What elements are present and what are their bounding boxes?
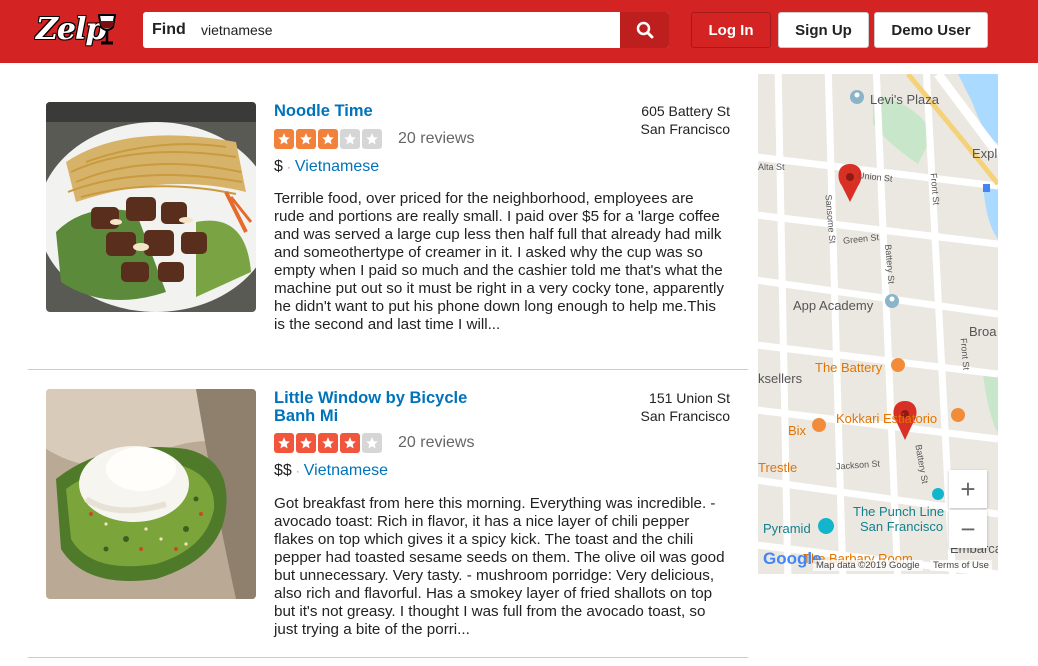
category-link[interactable]: Vietnamese [304,462,388,479]
demo-user-button[interactable]: Demo User [874,12,988,48]
business-meta: $$ · Vietnamese [274,462,388,480]
search-bar: Find [143,12,669,48]
category-link[interactable]: Vietnamese [295,158,379,175]
address-city: San Francisco [640,408,730,424]
map-place-expl: Expl [972,146,998,161]
search-result: Little Window by Bicycle Banh Mi 151 Uni… [28,370,748,658]
map-place-broad: Broa [969,324,997,339]
address-street: 151 Union St [649,390,730,406]
map-place-trestle: Trestle [758,460,798,475]
review-count: 20 reviews [398,130,475,147]
map-place-kokkari: Kokkari Estiatorio [836,411,938,426]
map-place-sellers: ksellers [758,371,803,386]
search-label: Find [152,21,186,38]
business-name[interactable]: Little Window by Bicycle Banh Mi [274,389,474,425]
signup-button[interactable]: Sign Up [778,12,869,48]
business-photo-avocado-toast[interactable] [46,389,256,599]
zoom-out-button[interactable]: − [949,510,987,548]
top-nav: Zelp Find Log In Sign Up Demo User [0,0,1038,63]
star-icon [340,433,360,453]
map-place-app-academy: App Academy [793,298,874,313]
star-icon [296,129,316,149]
star-icon [274,129,294,149]
business-address: 151 Union St San Francisco [641,389,730,425]
login-button[interactable]: Log In [691,12,771,48]
logo-text: Zelp [36,12,106,47]
business-address: 605 Battery St San Francisco [641,102,730,138]
map-terms-link[interactable]: Terms of Use [930,560,992,571]
search-button[interactable] [620,12,669,48]
price-range: $$ [274,462,292,479]
zoom-in-button[interactable]: + [949,470,987,508]
star-icon [318,433,338,453]
star-icon [296,433,316,453]
map-place-punch-line-2: San Francisco [860,519,944,534]
map-place-punch-line: The Punch Line [853,504,945,519]
search-input[interactable] [201,16,617,44]
star-rating [274,433,382,453]
price-range: $ [274,158,283,175]
star-icon [318,129,338,149]
star-rating [274,129,382,149]
map-place-levis-plaza: Levi's Plaza [870,92,939,107]
results-map[interactable]: Levi's Plaza Expl App Academy Broa ksell… [758,74,998,574]
address-city: San Francisco [640,121,730,137]
search-icon [636,21,653,39]
search-result: Noodle Time 605 Battery St San Francisco… [28,63,748,370]
star-empty-icon [362,129,382,149]
separator-dot: · [295,464,300,478]
business-photo-noodles[interactable] [46,102,256,312]
star-empty-icon [362,433,382,453]
street-alta: Alta St [758,162,785,172]
business-meta: $ · Vietnamese [274,158,379,176]
review-snippet: Terrible food, over priced for the neigh… [274,190,724,333]
review-count: 20 reviews [398,434,475,451]
address-street: 605 Battery St [641,103,730,119]
business-name[interactable]: Noodle Time [274,102,474,120]
star-empty-icon [340,129,360,149]
review-snippet: Got breakfast from here this morning. Ev… [274,495,725,638]
map-attribution: Map data ©2019 Google [813,560,923,571]
separator-dot: · [286,160,291,174]
map-place-the-battery: The Battery [815,360,883,375]
wine-glass-icon [97,14,117,45]
star-icon [274,433,294,453]
zelp-logo[interactable]: Zelp [36,10,118,52]
map-place-bix: Bix [788,423,807,438]
map-place-pyramid: Pyramid [763,521,811,536]
